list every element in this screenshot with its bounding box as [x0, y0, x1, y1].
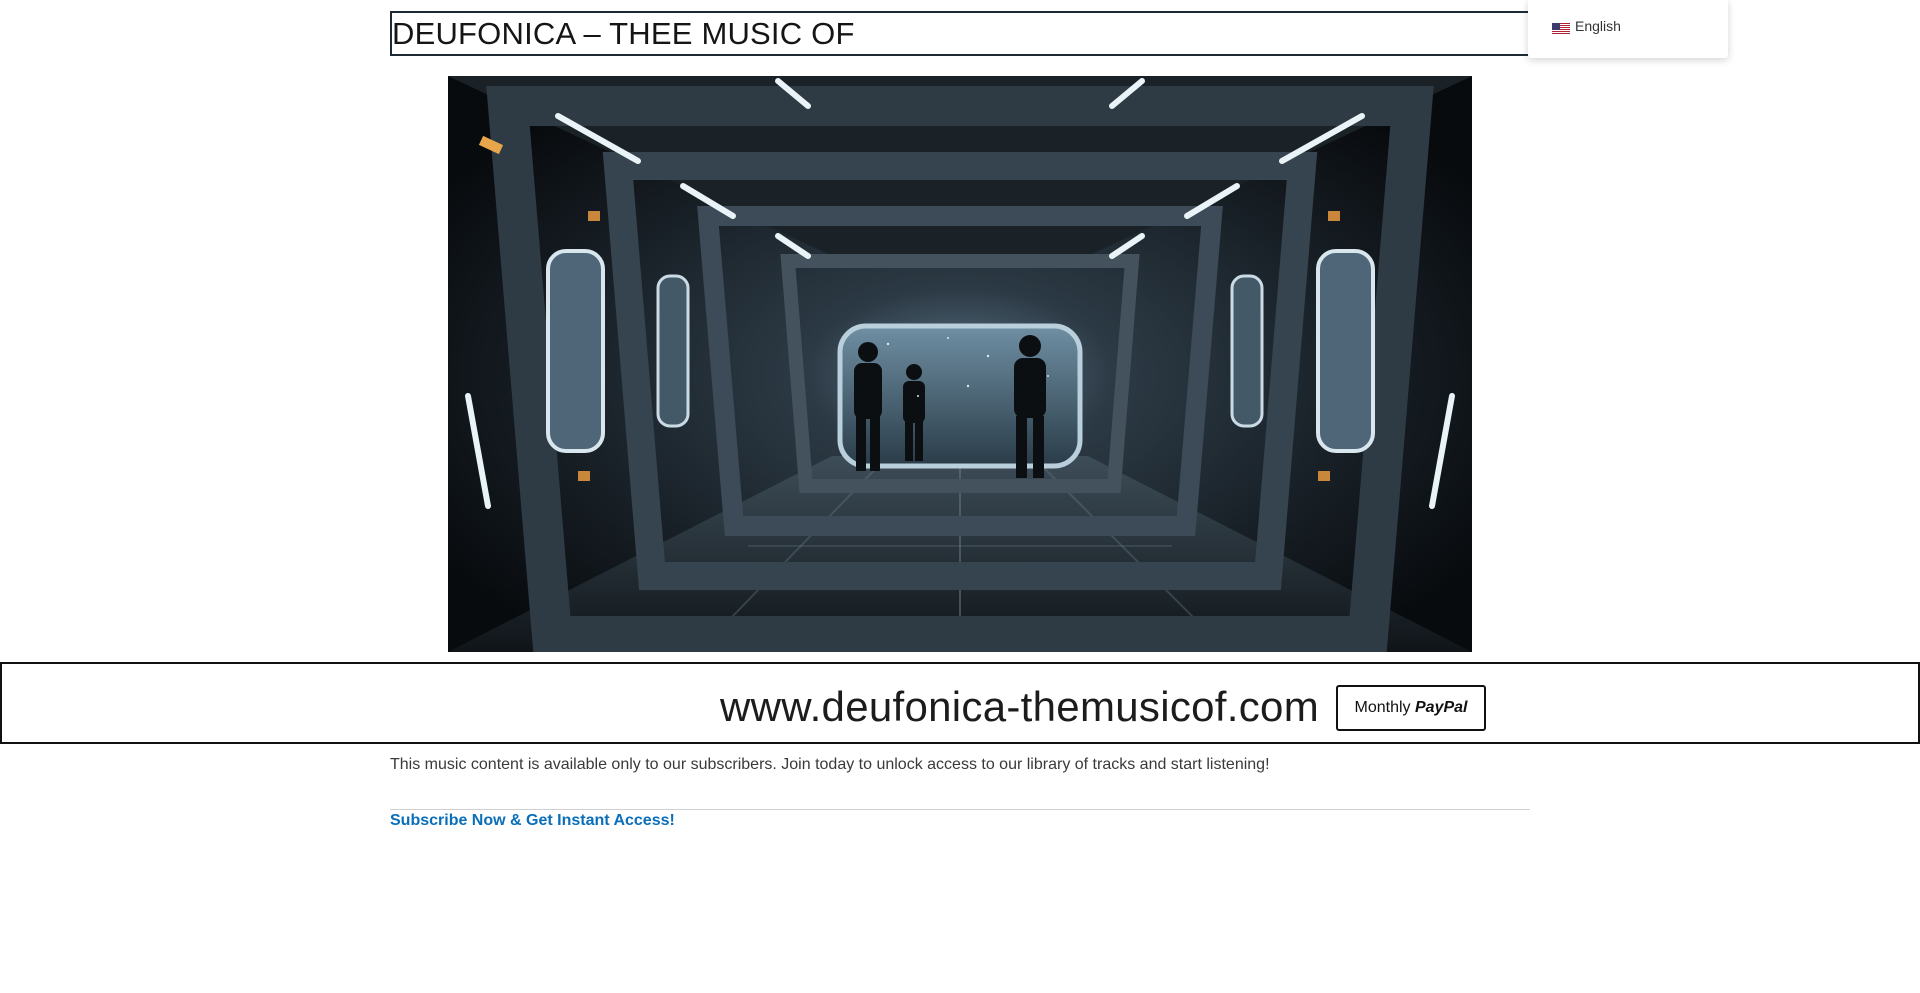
language-switcher[interactable]: English — [1528, 0, 1728, 58]
paypal-logo: PayPal — [1415, 699, 1468, 716]
hero-image — [448, 76, 1472, 652]
us-flag-icon — [1552, 22, 1570, 34]
page-title: DEUFONICA – THEE MUSIC OF — [390, 11, 1530, 56]
paypal-button-prefix: Monthly — [1354, 699, 1411, 716]
monthly-paypal-button[interactable]: Monthly PayPal — [1336, 685, 1486, 731]
subscriber-notice: This music content is available only to … — [390, 756, 1270, 773]
site-url: www.deufonica-themusicof.com — [720, 683, 1319, 730]
language-label[interactable]: English — [1575, 18, 1621, 34]
subscribe-link[interactable]: Subscribe Now & Get Instant Access! — [390, 812, 675, 830]
site-banner: www.deufonica-themusicof.com Monthly Pay… — [0, 662, 1920, 744]
divider — [390, 809, 1530, 810]
spaceship-corridor-image — [448, 76, 1472, 652]
